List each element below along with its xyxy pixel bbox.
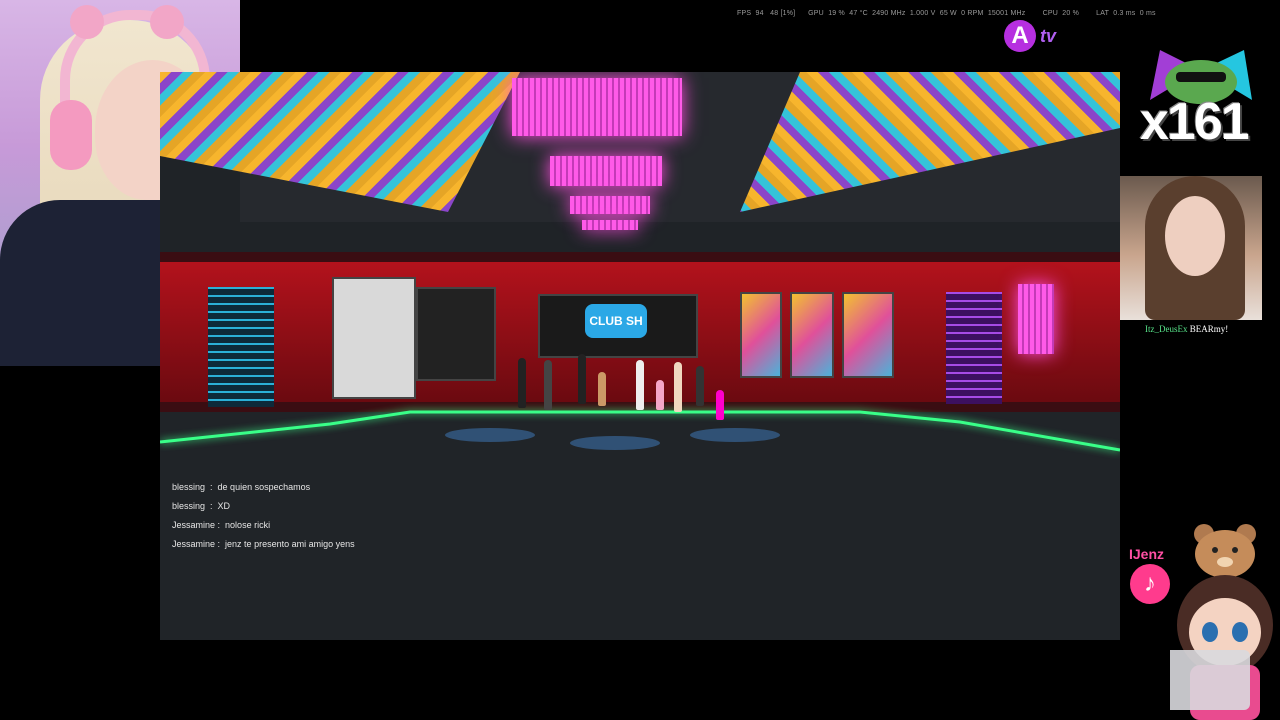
chat-user: Jessamine [172,520,216,530]
performance-stats-overlay: FPS 94 48 [1%] GPU 19 % 47 °C 2490 MHz 1… [737,10,1156,17]
ceiling-light-1 [512,78,682,136]
channel-logo-suffix: tv [1040,26,1057,46]
poster-club [416,287,496,381]
subscriber-alert: Itz_DeusEx BEARmy! [1145,324,1228,334]
club-sign: CLUB SH [585,304,647,338]
purple-screen [946,292,1002,404]
neon-floor-trim [160,410,1120,452]
chat-line: blessing : de quien sospechamos [172,482,311,492]
poster-color-1 [740,292,782,378]
avatar[interactable] [656,380,664,410]
subscriber-message: BEARmy! [1189,324,1229,334]
poster-checker [332,277,416,399]
chat-line: Jessamine : nolose ricki [172,520,271,530]
subscriber-cam [1120,176,1262,320]
teal-screen-left [208,287,274,407]
chat-user: blessing [172,482,206,492]
channel-logo: A tv [1004,20,1074,54]
chibi-avatar [1170,575,1273,720]
avatar[interactable] [696,366,704,406]
avatar[interactable] [636,360,644,410]
avatar[interactable] [578,354,586,404]
chat-line: blessing : XD [172,501,231,511]
tiktok-icon: ♪ [1130,564,1170,604]
chat-text: XD [217,501,231,511]
chat-user: blessing [172,501,206,511]
avatar[interactable] [518,358,526,408]
headset-ear-left [70,5,104,39]
floor-light-1 [445,428,535,442]
chat-text: nolose ricki [225,520,271,530]
avatar[interactable] [598,372,606,406]
poster-color-3 [842,292,894,378]
tiktok-handle: IJenz [1129,546,1165,562]
avatar[interactable] [716,390,724,420]
headset-ear-right [150,5,184,39]
channel-logo-letter: A [1004,20,1036,52]
game-viewport[interactable]: CLUB SH blessing : de quien sospechamos … [160,72,1120,640]
ceiling-light-2 [550,156,662,186]
subcam-face [1165,196,1225,276]
subscriber-username: Itz_DeusEx [1145,324,1188,334]
chat-user: Jessamine [172,539,216,549]
floor-light-2 [570,436,660,450]
pink-wall-light [1018,284,1054,354]
floor-light-3 [690,428,780,442]
ceiling-light-4 [582,220,638,230]
avatar[interactable] [544,360,552,410]
chat-text: jenz te presento ami amigo yens [225,539,355,549]
poster-color-2 [790,292,834,378]
chat-text: de quien sospechamos [217,482,311,492]
chat-line: Jessamine : jenz te presento ami amigo y… [172,539,355,549]
donation-multiplier: x161 [1140,93,1250,151]
ceiling-light-3 [570,196,650,214]
headset-cup [50,100,92,170]
avatar[interactable] [674,362,682,412]
